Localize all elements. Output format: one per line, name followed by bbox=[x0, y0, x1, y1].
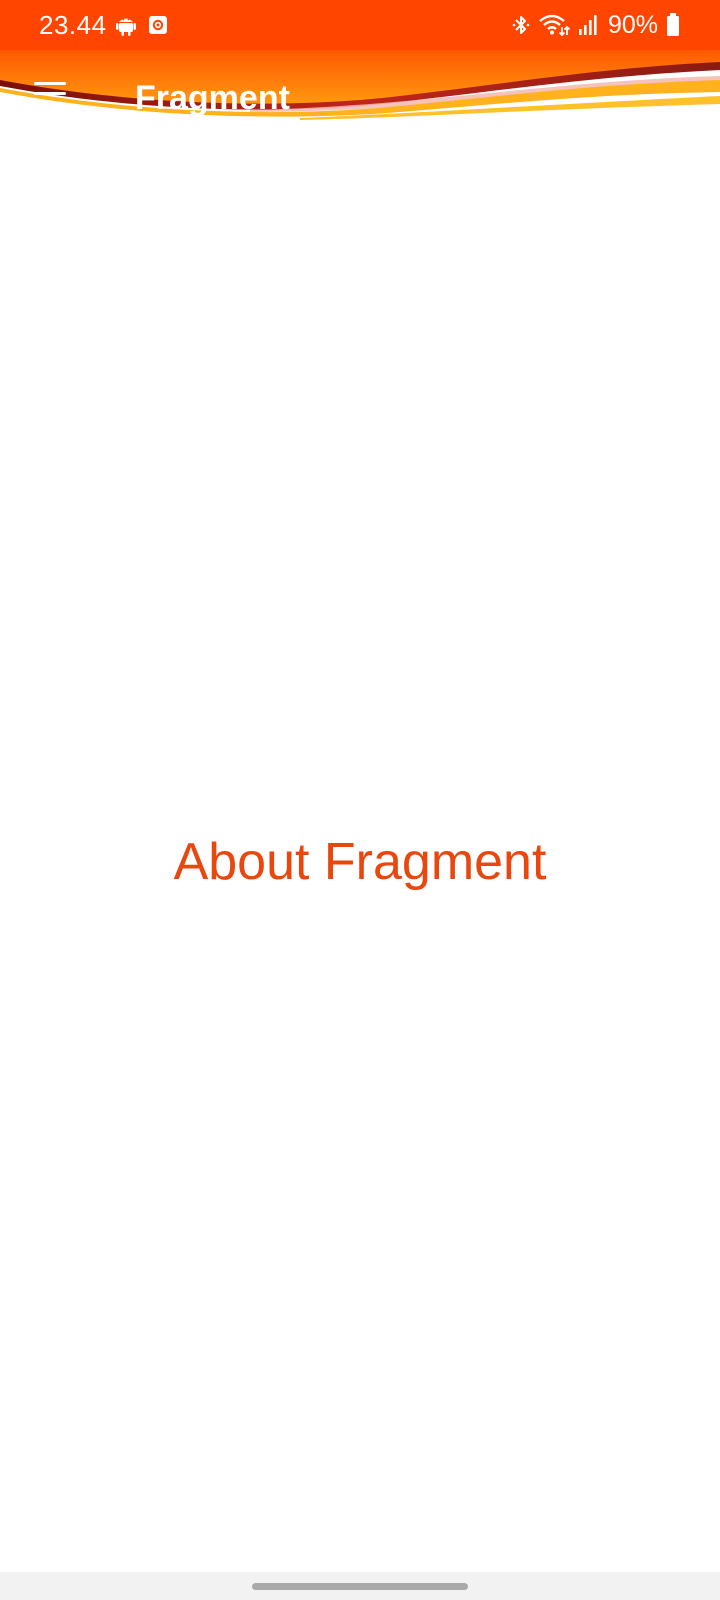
hamburger-menu-icon-line bbox=[34, 92, 66, 95]
navigation-bar bbox=[0, 1572, 720, 1600]
android-icon bbox=[116, 18, 136, 36]
status-left-icons bbox=[116, 14, 168, 36]
status-right: 90% bbox=[512, 10, 680, 40]
status-bar: 23.44 90% bbox=[0, 0, 720, 50]
status-time: 23.44 bbox=[39, 10, 107, 40]
gesture-handle[interactable] bbox=[252, 1583, 468, 1590]
app-toolbar: Fragment bbox=[0, 44, 720, 140]
toolbar-title: Fragment bbox=[135, 79, 290, 117]
menu-button[interactable] bbox=[30, 80, 70, 110]
screen-record-icon bbox=[149, 16, 167, 34]
fragment-content-text: About Fragment bbox=[173, 833, 547, 891]
bluetooth-icon bbox=[512, 16, 530, 34]
app-screen: 23.44 90% Fragment About Fragment bbox=[0, 0, 720, 1600]
toolbar-wave-background bbox=[0, 44, 720, 120]
battery-icon bbox=[667, 13, 679, 36]
battery-percent: 90% bbox=[607, 11, 658, 39]
signal-icon bbox=[578, 15, 597, 35]
hamburger-menu-icon bbox=[34, 82, 66, 85]
wifi-icon bbox=[539, 14, 570, 37]
